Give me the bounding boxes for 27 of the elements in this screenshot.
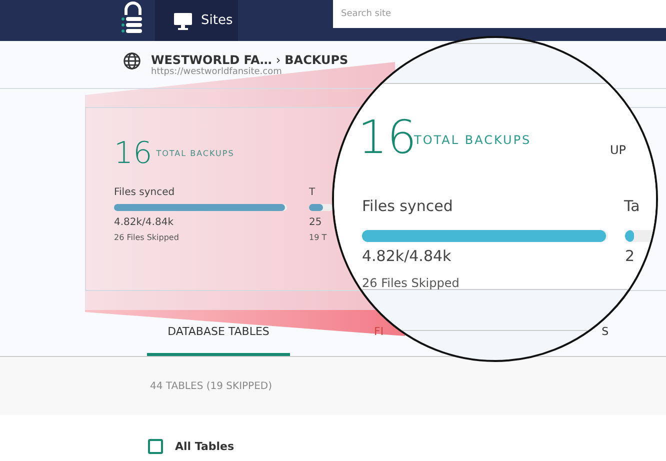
magnified-count: 16 [358,110,417,164]
monitor-icon [173,12,193,30]
checkbox-label[interactable]: All Tables [175,440,234,453]
backup-count: 16 [114,136,152,171]
stat-value: 4.82k/4.84k [114,217,174,228]
magnified-stat-label-fragment: Ta [624,197,640,215]
stat-label: T [309,187,316,198]
checkbox[interactable] [148,439,163,454]
breadcrumb-separator: › [276,52,281,66]
magnified-stat-label: Files synced [362,197,453,215]
stat-label: Files synced [114,187,176,198]
backup-count-label: TOTAL BACKUPS [156,149,234,158]
tables-count: 44 TABLES (19 SKIPPED) [150,380,272,392]
magnified-stat-value: 4.82k/4.84k [362,247,452,265]
sites-tab[interactable]: Sites [155,0,238,41]
magnified-stat-note: 26 Files Skipped [362,276,460,290]
page-title: BACKUPS [284,52,348,66]
search-field[interactable]: Search site [333,0,666,28]
stat-note: 19 T [309,233,328,242]
magnified-count-label: TOTAL BACKUPS [414,133,532,147]
stat-note: 26 Files Skipped [114,233,180,242]
magnified-heading-fragment: UP [610,143,626,157]
site-name[interactable]: WESTWORLD FA… [151,52,272,66]
stat-value: 25 [309,217,323,228]
magnified-stat-value-fragment: 2 [625,247,635,265]
tab[interactable]: S [602,323,609,343]
globe-icon [123,52,141,70]
